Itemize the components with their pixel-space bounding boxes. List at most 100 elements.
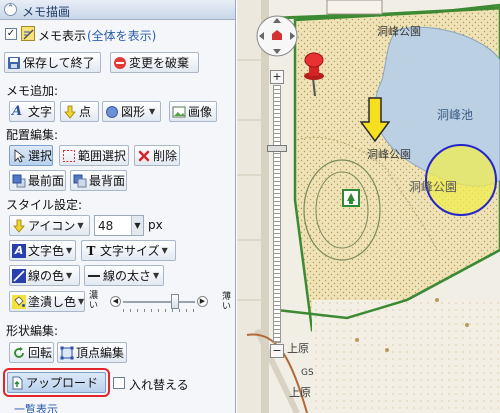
add-shape-button[interactable]: 図形 ▼ <box>102 101 161 122</box>
chevron-down-icon: ▼ <box>78 297 85 306</box>
slider-left-button[interactable]: ◀ <box>110 296 121 307</box>
opacity-dark-label: 濃い <box>89 291 99 311</box>
vertex-edit-button[interactable]: 頂点編集 <box>57 342 127 363</box>
rotate-icon <box>12 346 26 360</box>
select-button[interactable]: 選択 <box>9 145 53 166</box>
line-width-button[interactable]: 線の太さ ▼ <box>84 265 164 286</box>
text-color-icon: A <box>12 243 26 258</box>
zoom-track[interactable] <box>273 85 281 343</box>
text-color-button[interactable]: A 文字色 ▼ <box>9 240 76 261</box>
range-select-label: 範囲選択 <box>78 149 127 163</box>
line-width-label: 線の太さ <box>103 269 152 283</box>
bring-front-icon <box>12 174 26 188</box>
chevron-down-icon: ▼ <box>66 271 73 280</box>
arrange-heading: 配置編集: <box>6 128 59 142</box>
swap-checkbox[interactable] <box>113 377 125 389</box>
line-color-icon <box>12 268 26 283</box>
map-label-park-right: 洞峰公園 <box>409 180 458 194</box>
memo-display-icon <box>21 26 35 41</box>
list-view-link[interactable]: 一覧表示 <box>14 401 58 413</box>
panel-title: メモ描画 <box>22 5 71 19</box>
send-to-back-label: 最背面 <box>89 174 126 188</box>
no-entry-icon <box>113 56 127 70</box>
collapse-icon[interactable]: ⌃ <box>4 3 17 16</box>
vertex-edit-label: 頂点編集 <box>76 346 125 360</box>
map-label-place-left: 上原 <box>287 342 309 355</box>
add-image-button[interactable]: 画像 <box>169 101 217 122</box>
arrow-down-icon <box>63 105 77 119</box>
zoom-out-button[interactable]: − <box>270 344 284 358</box>
add-memo-heading: メモ追加: <box>6 84 59 98</box>
delete-label: 削除 <box>153 149 178 163</box>
memo-display-label: メモ表示 <box>38 29 87 43</box>
map-label-place-bottom: 上原 <box>289 386 311 399</box>
save-and-exit-button[interactable]: 保存して終了 <box>4 52 101 73</box>
memo-display-checkbox[interactable]: ✓ <box>5 28 17 40</box>
add-point-label: 点 <box>79 105 92 119</box>
line-width-icon <box>87 269 101 283</box>
map-label-gs: GS <box>301 368 314 378</box>
size-input[interactable]: 48 ▼ <box>94 215 144 236</box>
map-label-pond: 洞峰池 <box>437 108 474 122</box>
rotate-button[interactable]: 回転 <box>9 342 54 363</box>
upload-button[interactable]: アップロード <box>7 372 106 393</box>
circle-shape-icon <box>105 105 119 119</box>
swap-label: 入れ替える <box>129 378 189 392</box>
arrow-down-icon <box>12 219 26 233</box>
add-image-label: 画像 <box>188 105 213 119</box>
image-icon <box>172 105 186 119</box>
yellow-arrow-icon[interactable] <box>360 97 390 143</box>
discard-changes-button[interactable]: 変更を破棄 <box>110 52 199 73</box>
upload-document-icon <box>10 376 24 390</box>
text-a-icon: A <box>12 103 23 119</box>
memo-display-link[interactable]: (全体を表示) <box>87 27 156 44</box>
zoom-in-button[interactable]: + <box>270 70 284 84</box>
line-color-button[interactable]: 線の色 ▼ <box>9 265 80 286</box>
zoom-slider[interactable]: + − <box>267 70 287 360</box>
text-size-label: 文字サイズ <box>100 244 160 258</box>
size-unit: px <box>148 218 163 232</box>
vertex-icon <box>60 346 74 360</box>
floppy-disk-icon <box>7 56 21 70</box>
discard-changes-label: 変更を破棄 <box>129 56 190 70</box>
add-text-label: 文字 <box>28 105 53 119</box>
add-shape-label: 図形 <box>121 105 146 119</box>
text-size-icon: T <box>86 243 96 258</box>
delete-button[interactable]: 削除 <box>134 145 180 166</box>
chevron-down-icon: ▼ <box>149 107 156 116</box>
bring-to-front-label: 最前面 <box>28 174 65 188</box>
map-label-park-top: 洞峰公園 <box>377 25 421 38</box>
bring-to-front-button[interactable]: 最前面 <box>9 170 66 191</box>
size-value: 48 <box>98 218 114 233</box>
upload-label: アップロード <box>26 376 99 390</box>
send-back-icon <box>73 174 87 188</box>
rotate-label: 回転 <box>28 346 53 360</box>
add-point-button[interactable]: 点 <box>60 101 99 122</box>
add-text-button[interactable]: A 文字 <box>9 101 55 122</box>
text-size-button[interactable]: T 文字サイズ ▼ <box>81 240 176 261</box>
size-dropdown-icon[interactable]: ▼ <box>131 216 143 235</box>
fill-color-label: 塗潰し色 <box>28 295 77 309</box>
line-color-label: 線の色 <box>28 269 65 283</box>
opacity-light-label: 薄い <box>222 292 232 312</box>
map-label-park-center: 洞峰公園 <box>367 148 411 161</box>
opacity-slider[interactable] <box>123 294 195 309</box>
chevron-down-icon: ▼ <box>66 246 73 255</box>
slider-ticks <box>123 309 195 312</box>
range-select-button[interactable]: 範囲選択 <box>59 145 129 166</box>
save-and-exit-label: 保存して終了 <box>23 56 95 70</box>
dashed-rect-icon <box>62 149 76 163</box>
text-color-label: 文字色 <box>28 244 65 258</box>
map-view[interactable]: + − 洞峰公園 洞峰公園 洞峰池 洞峰公園 上原 上原 GS <box>237 0 500 413</box>
memo-panel: ⌃ メモ描画 ✓ メモ表示 (全体を表示) 保存して終了 変更を破棄 メモ追加:… <box>0 0 236 413</box>
slider-right-button[interactable]: ▶ <box>197 296 208 307</box>
fill-color-button[interactable]: 塗潰し色 ▼ <box>9 291 85 312</box>
slider-thumb[interactable] <box>170 294 179 309</box>
send-to-back-button[interactable]: 最背面 <box>70 170 127 191</box>
pan-control[interactable] <box>255 14 299 58</box>
pushpin-icon[interactable] <box>299 50 329 96</box>
chevron-down-icon: ▼ <box>77 221 84 230</box>
icon-select-button[interactable]: アイコン ▼ <box>9 215 90 236</box>
chevron-down-icon: ▼ <box>161 246 168 255</box>
zoom-thumb[interactable] <box>267 145 287 152</box>
